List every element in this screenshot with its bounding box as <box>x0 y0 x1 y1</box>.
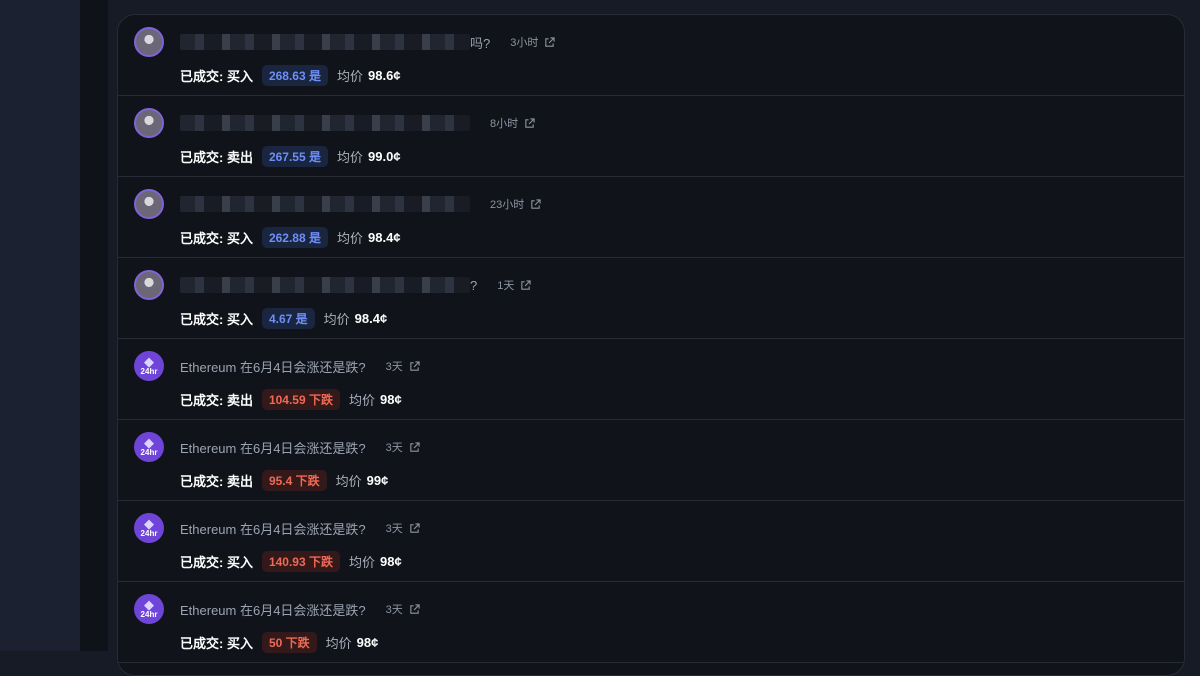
24hr-badge: 24hr <box>140 610 158 619</box>
timestamp-link[interactable]: 3天 <box>386 601 420 617</box>
shares-pill: 140.93 下跌 <box>261 550 340 572</box>
24hr-badge: 24hr <box>140 529 158 538</box>
activity-row[interactable]: ◆ 24hr Ethereum 在6月4日会涨还是跌? 3天 已成交: 买入 1… <box>118 501 1184 582</box>
external-link-icon[interactable] <box>409 522 420 534</box>
trade-action: 已成交: 买入 <box>180 635 253 651</box>
activity-row[interactable]: ? 1天 已成交: 买入 4.67 是 均价 98.4¢ <box>118 258 1184 339</box>
ethereum-icon: ◆ <box>144 354 154 369</box>
activity-row[interactable]: 23小时 已成交: 买入 262.88 是 均价 98.4¢ <box>118 177 1184 258</box>
external-link-icon[interactable] <box>409 441 420 453</box>
timestamp: 8小时 <box>490 118 519 130</box>
avg-price-label: 均价 <box>349 392 376 408</box>
external-link-icon[interactable] <box>520 279 531 291</box>
timestamp-link[interactable]: 3小时 <box>510 34 555 50</box>
avg-price-value: 98¢ <box>380 391 402 407</box>
shares-pill: 104.59 下跌 <box>261 388 340 410</box>
shares-pill: 268.63 是 <box>261 64 328 86</box>
timestamp-link[interactable]: 8小时 <box>490 115 535 131</box>
avg-price-value: 99¢ <box>366 472 389 488</box>
market-title[interactable]: 吗? <box>470 33 490 52</box>
timestamp: 3天 <box>385 361 403 373</box>
activity-row[interactable]: ◆ 24hr Ethereum 在6月4日会涨还是跌? 3天 已成交: 卖出 1… <box>118 339 1184 420</box>
ethereum-icon: ◆ <box>144 435 154 450</box>
activity-feed: 吗? 3小时 已成交: 买入 268.63 是 均价 98.6¢ 8小时 已成交… <box>117 14 1185 676</box>
external-link-icon[interactable] <box>409 360 420 372</box>
timestamp-link[interactable]: 1天 <box>497 277 531 293</box>
trade-action: 已成交: 买入 <box>180 230 253 246</box>
left-gutter <box>80 0 108 651</box>
avg-price-label: 均价 <box>337 68 364 84</box>
redacted-title <box>180 196 470 212</box>
avg-price-label: 均价 <box>337 230 364 246</box>
trade-action: 已成交: 买入 <box>180 311 253 327</box>
activity-row[interactable]: 吗? 3小时 已成交: 买入 268.63 是 均价 98.6¢ <box>118 15 1184 96</box>
avg-price-value: 99.0¢ <box>368 148 401 164</box>
shares-pill: 267.55 是 <box>261 145 328 167</box>
avg-price-value: 98¢ <box>356 634 379 650</box>
avg-price-label: 均价 <box>323 311 350 327</box>
24hr-badge: 24hr <box>140 367 158 376</box>
avg-price-value: 98.4¢ <box>368 229 401 245</box>
avg-price-label: 均价 <box>337 149 364 165</box>
left-sidebar <box>0 0 80 651</box>
trade-action: 已成交: 卖出 <box>180 473 253 489</box>
shares-pill: 95.4 下跌 <box>261 469 327 491</box>
timestamp: 3天 <box>385 523 403 535</box>
avg-price-label: 均价 <box>349 554 376 570</box>
timestamp-link[interactable]: 3天 <box>386 520 420 536</box>
market-title[interactable]: Ethereum 在6月4日会涨还是跌? <box>180 357 366 376</box>
ethereum-icon: ◆ <box>144 597 154 612</box>
external-link-icon[interactable] <box>544 36 555 48</box>
external-link-icon[interactable] <box>524 117 535 129</box>
external-link-icon[interactable] <box>409 603 420 615</box>
market-title[interactable]: Ethereum 在6月4日会涨还是跌? <box>180 600 366 619</box>
avg-price-value: 98.4¢ <box>354 310 388 326</box>
external-link-icon[interactable] <box>530 198 541 210</box>
ethereum-icon: ◆ <box>144 516 154 531</box>
activity-row[interactable]: ◆ 24hr Ethereum 在6月4日会涨还是跌? 3天 已成交: 卖出 9… <box>118 420 1184 501</box>
shares-pill: 4.67 是 <box>261 307 315 329</box>
timestamp: 3小时 <box>510 37 539 49</box>
avg-price-label: 均价 <box>335 473 362 489</box>
shares-pill: 50 下跌 <box>261 631 317 653</box>
trader-avatar <box>134 189 164 219</box>
24hr-badge: 24hr <box>140 448 158 457</box>
redacted-title <box>180 115 470 131</box>
ethereum-avatar: ◆ 24hr <box>134 351 164 381</box>
trade-action: 已成交: 卖出 <box>180 392 253 408</box>
timestamp: 1天 <box>497 280 515 292</box>
redacted-title <box>180 34 470 50</box>
avg-price-label: 均价 <box>325 635 352 651</box>
trader-avatar <box>134 108 164 138</box>
trader-avatar <box>134 27 164 57</box>
timestamp-link[interactable]: 3天 <box>386 439 420 455</box>
trade-action: 已成交: 卖出 <box>180 149 253 165</box>
market-title[interactable]: Ethereum 在6月4日会涨还是跌? <box>180 519 366 538</box>
avg-price-value: 98.6¢ <box>368 67 401 83</box>
ethereum-avatar: ◆ 24hr <box>134 513 164 543</box>
timestamp-link[interactable]: 23小时 <box>490 196 541 212</box>
timestamp: 23小时 <box>490 199 525 211</box>
timestamp: 3天 <box>385 442 403 454</box>
redacted-title <box>180 277 470 293</box>
trader-avatar <box>134 270 164 300</box>
timestamp-link[interactable]: 3天 <box>386 358 420 374</box>
market-title[interactable]: Ethereum 在6月4日会涨还是跌? <box>180 438 366 457</box>
avg-price-value: 98¢ <box>380 553 402 569</box>
shares-pill: 262.88 是 <box>261 226 328 248</box>
trade-action: 已成交: 买入 <box>180 554 253 570</box>
market-title[interactable]: ? <box>470 278 477 293</box>
ethereum-avatar: ◆ 24hr <box>134 432 164 462</box>
timestamp: 3天 <box>385 604 403 616</box>
activity-row[interactable]: 8小时 已成交: 卖出 267.55 是 均价 99.0¢ <box>118 96 1184 177</box>
trade-action: 已成交: 买入 <box>180 68 253 84</box>
ethereum-avatar: ◆ 24hr <box>134 594 164 624</box>
